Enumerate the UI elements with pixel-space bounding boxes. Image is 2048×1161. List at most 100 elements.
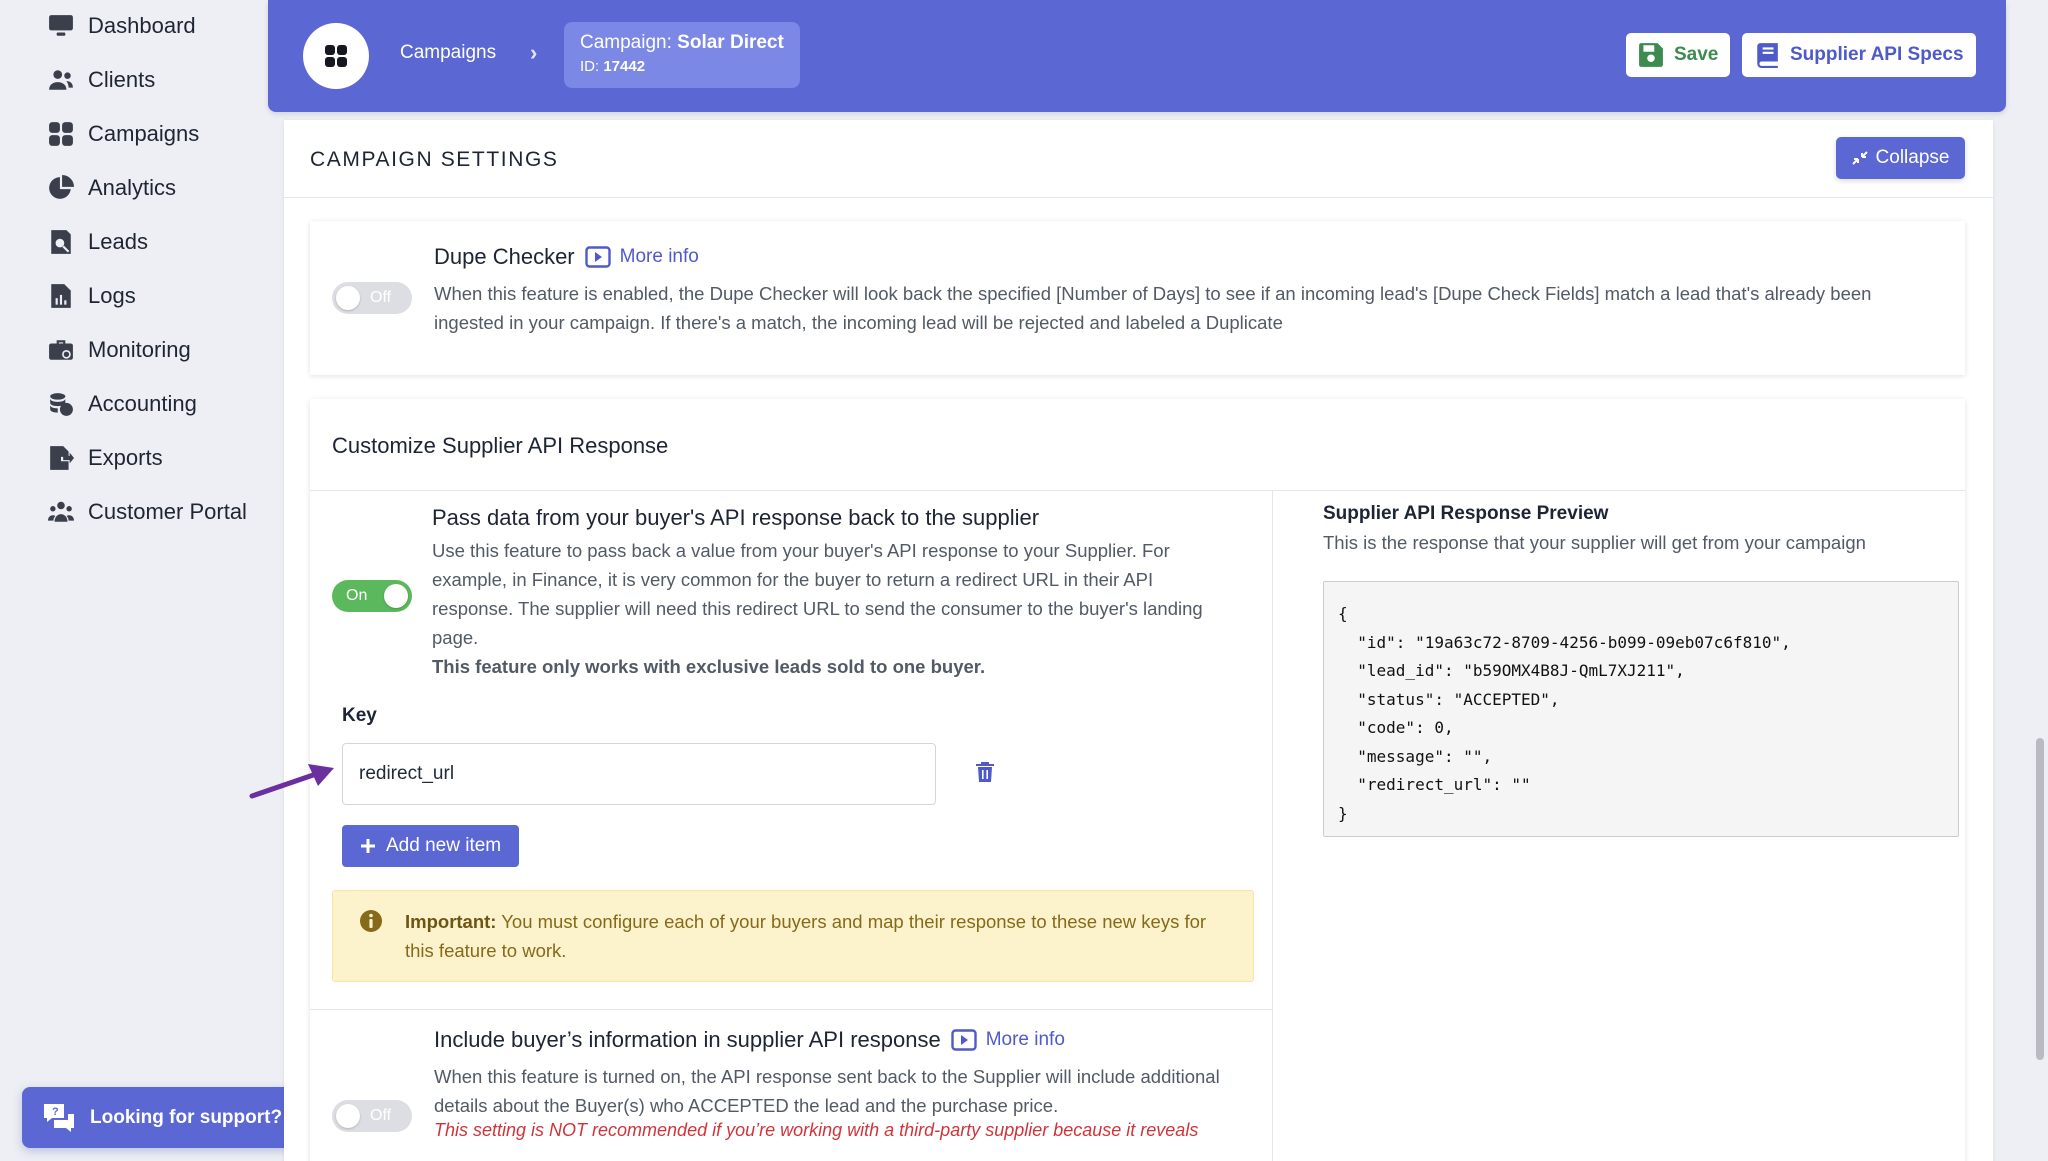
- sidebar-item-clients[interactable]: Clients: [48, 60, 155, 100]
- video-play-icon: [951, 1029, 977, 1051]
- sidebar-item-label: Customer Portal: [88, 499, 247, 524]
- pass-data-description-text: Use this feature to pass back a value fr…: [432, 540, 1203, 648]
- alert-message: You must configure each of your buyers a…: [405, 911, 1207, 961]
- campaign-settings-card: CAMPAIGN SETTINGS Collapse Off Dupe Chec…: [284, 120, 1993, 1161]
- add-new-item-button[interactable]: Add new item: [342, 825, 520, 867]
- save-button[interactable]: Save: [1626, 33, 1731, 77]
- alert-text: Important: You must configure each of yo…: [405, 907, 1225, 965]
- support-button[interactable]: ? Looking for support?: [22, 1087, 295, 1148]
- briefcase-icon: [49, 340, 73, 360]
- sidebar-item-label: Exports: [88, 445, 163, 470]
- sidebar: Dashboard Clients Campaigns Analytics Le…: [0, 0, 295, 1161]
- sidebar-item-customer-portal[interactable]: Customer Portal: [48, 492, 247, 532]
- include-buyer-title-text: Include buyer’s information in supplier …: [434, 1027, 941, 1052]
- sidebar-item-label: Monitoring: [88, 337, 191, 362]
- sidebar-item-monitoring[interactable]: Monitoring: [48, 330, 191, 370]
- scrollbar[interactable]: [2036, 738, 2044, 1060]
- toggle-knob: [384, 584, 408, 608]
- chat-question-icon: ?: [44, 1103, 74, 1132]
- key-label: Key: [342, 705, 377, 726]
- support-label: Looking for support?: [90, 1106, 283, 1128]
- sidebar-item-campaigns[interactable]: Campaigns: [48, 114, 199, 154]
- divider: [284, 197, 1993, 198]
- pass-data-description: Use this feature to pass back a value fr…: [432, 536, 1232, 681]
- pass-data-note: This feature only works with exclusive l…: [432, 656, 986, 677]
- toggle-label: Off: [370, 289, 392, 306]
- add-new-item-label: Add new item: [386, 835, 502, 856]
- toggle-knob: [336, 1104, 360, 1128]
- divider: [310, 490, 1965, 491]
- sidebar-item-label: Campaigns: [88, 121, 200, 146]
- card-title: CAMPAIGN SETTINGS: [310, 148, 559, 171]
- top-header: Campaigns › Campaign: Solar Direct ID: 1…: [268, 0, 2006, 112]
- preview-subtitle: This is the response that your supplier …: [1323, 532, 1866, 553]
- pass-data-toggle[interactable]: On: [332, 580, 412, 612]
- key-input[interactable]: [342, 743, 936, 805]
- breadcrumb-campaigns[interactable]: Campaigns: [400, 42, 496, 64]
- dupe-checker-toggle[interactable]: Off: [332, 282, 412, 314]
- sidebar-item-label: Analytics: [88, 175, 177, 200]
- dupe-checker-title-text: Dupe Checker: [434, 244, 575, 269]
- sidebar-item-label: Clients: [88, 67, 156, 92]
- svg-text:?: ?: [52, 1106, 59, 1118]
- leads-icon: [51, 230, 71, 254]
- video-play-icon: [584, 246, 611, 268]
- monitor-icon: [49, 15, 73, 36]
- dupe-checker-description: When this feature is enabled, the Dupe C…: [434, 283, 1872, 333]
- trash-icon[interactable]: [975, 761, 995, 783]
- column-divider: [1272, 490, 1273, 1161]
- save-label: Save: [1674, 44, 1719, 65]
- include-buyer-description: When this feature is turned on, the API …: [434, 1066, 1220, 1116]
- sidebar-item-label: Accounting: [88, 391, 197, 416]
- sidebar-item-label: Leads: [88, 229, 148, 254]
- annotation-arrow-icon: [249, 764, 334, 799]
- file-chart-icon: [51, 284, 71, 308]
- grid-icon: [49, 122, 73, 146]
- important-alert: Important: You must configure each of yo…: [332, 890, 1254, 982]
- compress-icon: [1851, 151, 1868, 165]
- supplier-api-specs-label: Supplier API Specs: [1790, 44, 1964, 65]
- sidebar-item-analytics[interactable]: Analytics: [48, 168, 176, 208]
- plus-icon: [361, 839, 375, 853]
- dupe-checker-more-info-link[interactable]: More info: [584, 246, 699, 268]
- sidebar-item-accounting[interactable]: Accounting: [48, 384, 197, 424]
- sidebar-item-exports[interactable]: Exports: [48, 438, 163, 478]
- supplier-api-specs-button[interactable]: Supplier API Specs: [1742, 33, 1976, 77]
- include-buyer-warning: This setting is NOT recommended if you’r…: [434, 1120, 1199, 1140]
- alert-strong: Important:: [405, 911, 497, 932]
- toggle-label: On: [346, 587, 368, 604]
- campaign-id-prefix: ID:: [580, 58, 604, 75]
- home-button[interactable]: [303, 23, 369, 89]
- sidebar-item-logs[interactable]: Logs: [48, 276, 136, 316]
- campaign-prefix: Campaign:: [580, 32, 678, 53]
- info-icon: [360, 910, 382, 932]
- preview-title: Supplier API Response Preview: [1323, 503, 1609, 524]
- collapse-button[interactable]: Collapse: [1836, 137, 1965, 179]
- response-preview-code: { "id": "19a63c72-8709-4256-b099-09eb07c…: [1323, 581, 1959, 837]
- users-icon: [49, 70, 73, 90]
- sidebar-item-dashboard[interactable]: Dashboard: [48, 6, 196, 46]
- customize-supplier-api-panel: Customize Supplier API Response On Pass …: [310, 399, 1965, 1161]
- campaign-id: 17442: [603, 58, 646, 75]
- pie-chart-icon: [49, 175, 74, 199]
- book-icon: [1757, 43, 1778, 68]
- include-buyer-title: Include buyer’s information in supplier …: [434, 1027, 1065, 1053]
- divider: [310, 1009, 1272, 1010]
- apps-grid-icon: [325, 45, 347, 67]
- pass-data-title: Pass data from your buyer's API response…: [432, 505, 1040, 530]
- sidebar-item-leads[interactable]: Leads: [48, 222, 148, 262]
- campaign-name: Solar Direct: [677, 32, 784, 53]
- save-icon: [1639, 43, 1663, 67]
- toggle-knob: [336, 286, 360, 310]
- include-buyer-toggle[interactable]: Off: [332, 1100, 412, 1132]
- include-buyer-more-info-link[interactable]: More info: [951, 1029, 1065, 1051]
- file-export-icon: [50, 446, 74, 470]
- more-info-label: More info: [619, 246, 699, 267]
- dupe-checker-title: Dupe Checker More info: [434, 244, 699, 270]
- coins-icon: [50, 393, 73, 416]
- people-group-icon: [48, 501, 74, 522]
- sidebar-item-label: Logs: [88, 283, 136, 308]
- more-info-label: More info: [985, 1029, 1065, 1050]
- sidebar-item-label: Dashboard: [88, 13, 196, 38]
- breadcrumb-current-campaign: Campaign: Solar Direct ID: 17442: [564, 22, 800, 88]
